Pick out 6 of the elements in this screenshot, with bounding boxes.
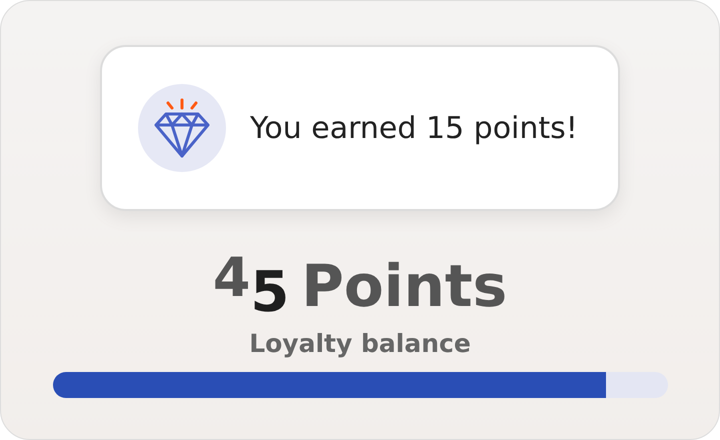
toast-message: You earned 15 points! — [250, 110, 578, 146]
diamond-icon — [154, 98, 210, 158]
points-digit: 4 — [212, 251, 250, 305]
points-unit: Points — [301, 257, 508, 315]
balance-label: Loyalty balance — [249, 329, 471, 358]
points-digit: 5 — [250, 265, 290, 321]
